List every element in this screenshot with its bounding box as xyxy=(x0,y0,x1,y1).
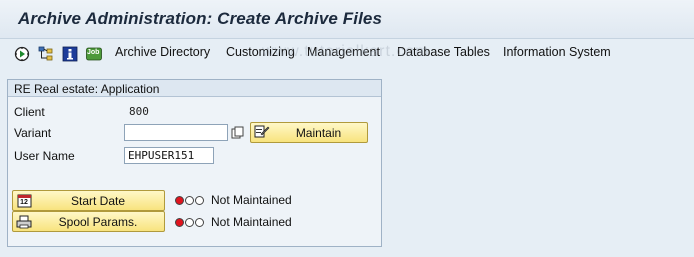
info-icon[interactable] xyxy=(61,45,78,62)
printer-icon xyxy=(16,214,32,229)
watermark: www.tutorialkart.com xyxy=(262,43,430,60)
job-icon[interactable]: Job xyxy=(85,45,102,62)
start-date-status-text: Not Maintained xyxy=(211,193,292,207)
start-date-status: Not Maintained xyxy=(175,193,292,207)
start-date-button-label: Start Date xyxy=(70,193,126,208)
page-title: Archive Administration: Create Archive F… xyxy=(18,9,383,28)
menu-archive-directory[interactable]: Archive Directory xyxy=(115,45,210,59)
group-header: RE Real estate: Application xyxy=(8,80,381,97)
calendar-icon-number: 12 xyxy=(20,199,28,206)
maintain-button[interactable]: Maintain xyxy=(250,122,368,143)
maintain-button-label: Maintain xyxy=(295,125,342,140)
title-bar: Archive Administration: Create Archive F… xyxy=(0,0,694,39)
group-title: RE Real estate: Application xyxy=(14,82,160,96)
spool-params-button[interactable]: Spool Params. xyxy=(12,211,165,232)
menu-information-system[interactable]: Information System xyxy=(503,45,611,59)
application-group-box: RE Real estate: Application Client 800 V… xyxy=(7,79,382,247)
job-icon-label: Job xyxy=(87,49,100,56)
spool-status: Not Maintained xyxy=(175,215,292,229)
client-value: 800 xyxy=(129,105,149,118)
client-label: Client xyxy=(14,105,45,119)
tree-structure-icon[interactable] xyxy=(37,45,54,62)
variant-label: Variant xyxy=(14,126,52,140)
spool-status-text: Not Maintained xyxy=(211,215,292,229)
username-input[interactable]: EHPUSER151 xyxy=(124,147,214,164)
traffic-light-icon xyxy=(175,195,205,205)
variant-input[interactable] xyxy=(124,124,228,141)
start-date-button[interactable]: 12 Start Date xyxy=(12,190,165,211)
username-label: User Name xyxy=(14,149,75,163)
spool-params-button-label: Spool Params. xyxy=(58,214,138,229)
traffic-light-icon xyxy=(175,217,205,227)
maintain-icon xyxy=(254,125,270,140)
execute-icon[interactable] xyxy=(13,45,30,62)
value-help-icon[interactable] xyxy=(230,125,246,141)
calendar-icon: 12 xyxy=(16,193,32,208)
